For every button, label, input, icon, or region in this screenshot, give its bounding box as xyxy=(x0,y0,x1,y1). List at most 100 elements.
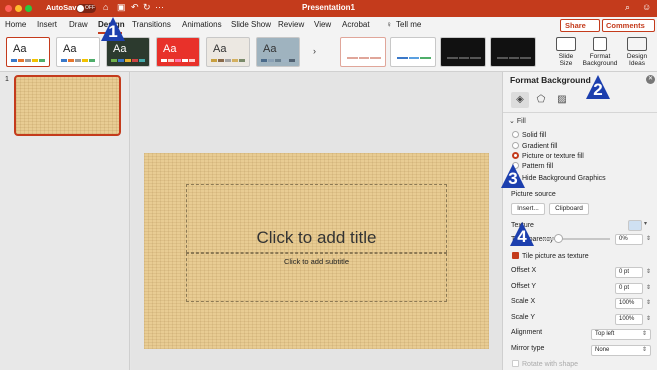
theme-5[interactable]: Aa xyxy=(206,37,250,67)
stepper-icon[interactable]: ⇕ xyxy=(646,284,651,293)
transparency-slider[interactable] xyxy=(542,238,610,240)
tab-animations[interactable]: Animations xyxy=(182,20,222,29)
mirror-type-label: Mirror type xyxy=(511,345,545,352)
solid-fill-label: Solid fill xyxy=(522,132,547,139)
theme-1[interactable]: Aa xyxy=(6,37,50,67)
scale-x-field[interactable]: 100% ⇕ xyxy=(615,298,651,309)
stepper-icon[interactable]: ⇕ xyxy=(646,268,651,277)
share-button[interactable]: Share xyxy=(560,19,600,32)
tab-tell-me[interactable]: Tell me xyxy=(396,20,421,29)
callout-number-4: 4 xyxy=(517,227,527,246)
scale-y-field[interactable]: 100% ⇕ xyxy=(615,314,651,325)
hide-graphics-option[interactable]: Hide Background Graphics xyxy=(512,174,606,182)
variant-bars xyxy=(447,57,482,59)
pane-divider xyxy=(503,112,657,113)
alignment-select[interactable]: Top left ⇕ xyxy=(591,329,651,340)
rotate-with-shape-option[interactable]: Rotate with shape xyxy=(512,360,578,368)
menu-tabs: Home Insert Draw Design Transitions Anim… xyxy=(0,17,657,34)
transparency-field[interactable]: 0% ⇕ xyxy=(615,234,651,245)
design-ideas-button[interactable]: Design Ideas xyxy=(622,35,652,67)
stepper-icon[interactable]: ⇕ xyxy=(646,235,651,244)
title-placeholder-text: Click to add title xyxy=(256,228,377,247)
theme-color-bars xyxy=(61,59,95,62)
offset-x-field[interactable]: 0 pt ⇕ xyxy=(615,267,651,278)
variant-bars xyxy=(347,57,382,59)
tab-view[interactable]: View xyxy=(314,20,331,29)
variant-bars xyxy=(397,57,432,59)
offset-x-label: Offset X xyxy=(511,267,537,274)
tab-review[interactable]: Review xyxy=(278,20,304,29)
slide-thumbnail-pane: 1 xyxy=(0,72,130,370)
tile-option[interactable]: Tile picture as texture xyxy=(512,252,589,260)
stepper-icon[interactable]: ⇕ xyxy=(646,299,651,308)
mirror-type-select[interactable]: None ⇕ xyxy=(591,345,651,356)
slide-size-button[interactable]: Slide Size xyxy=(552,35,580,67)
fill-header-label: Fill xyxy=(516,118,526,125)
texture-picker[interactable] xyxy=(628,220,642,231)
insert-button[interactable]: Insert... xyxy=(511,203,545,215)
theme-4[interactable]: Aa xyxy=(156,37,200,67)
picture-fill-option[interactable]: Picture or texture fill xyxy=(512,152,584,160)
tile-checkbox[interactable] xyxy=(512,252,519,259)
tell-me-icon[interactable]: ♀ xyxy=(386,20,392,29)
slide-number: 1 xyxy=(5,76,9,83)
clipboard-button[interactable]: Clipboard xyxy=(549,203,589,215)
theme-color-bars xyxy=(111,59,145,62)
theme-color-bars xyxy=(261,59,295,62)
stepper-icon[interactable]: ⇕ xyxy=(646,315,651,324)
gradient-fill-radio[interactable] xyxy=(512,142,519,149)
slide-thumbnail[interactable] xyxy=(14,75,121,136)
document-title: Presentation1 xyxy=(302,3,355,12)
format-background-icon xyxy=(593,37,607,51)
subtitle-placeholder-text: Click to add subtitle xyxy=(283,257,350,266)
gallery-next-icon[interactable]: › xyxy=(313,46,316,56)
solid-fill-option[interactable]: Solid fill xyxy=(512,131,546,139)
fill-section-header[interactable]: ⌄ Fill xyxy=(509,117,526,125)
search-icon[interactable]: ⌕ xyxy=(625,2,630,13)
scale-x-label: Scale X xyxy=(511,298,536,305)
callout-number-1: 1 xyxy=(108,22,118,41)
share-label: Share xyxy=(565,21,586,30)
scale-y-value: 100% xyxy=(619,316,635,322)
title-placeholder[interactable]: Click to add title xyxy=(186,184,447,253)
design-ideas-label: Design Ideas xyxy=(626,53,648,67)
account-icon[interactable]: ☺ xyxy=(642,2,651,12)
alignment-value: Top left xyxy=(595,331,615,337)
offset-y-field[interactable]: 0 pt ⇕ xyxy=(615,283,651,294)
offset-y-value: 0 pt xyxy=(619,285,630,291)
effects-tab-icon[interactable]: ⬠ xyxy=(532,92,550,108)
slide[interactable]: Click to add title Click to add subtitle xyxy=(144,153,489,349)
variant-4[interactable] xyxy=(490,37,536,67)
tab-insert[interactable]: Insert xyxy=(37,20,57,29)
variant-3[interactable] xyxy=(440,37,486,67)
tab-home[interactable]: Home xyxy=(5,20,26,29)
picture-tab-icon[interactable]: ▨ xyxy=(553,92,571,108)
title-bar: AutoSave OFF ⌂ ▣ ↶ ↻ ··· Presentation1 ⌕… xyxy=(0,0,657,17)
subtitle-placeholder[interactable]: Click to add subtitle xyxy=(186,253,447,302)
theme-label: Aa xyxy=(113,43,127,55)
tab-transitions[interactable]: Transitions xyxy=(132,20,171,29)
solid-fill-radio[interactable] xyxy=(512,131,519,138)
gradient-fill-option[interactable]: Gradient fill xyxy=(512,142,557,150)
close-pane-button[interactable]: ✕ xyxy=(646,75,655,84)
theme-label: Aa xyxy=(163,43,177,55)
rotate-with-shape-checkbox[interactable] xyxy=(512,360,519,367)
chevron-down-icon: ⇕ xyxy=(641,347,647,353)
scale-x-value: 100% xyxy=(619,300,635,306)
theme-label: Aa xyxy=(13,43,27,55)
tab-acrobat[interactable]: Acrobat xyxy=(342,20,370,29)
comments-button[interactable]: Comments xyxy=(602,19,655,32)
picture-source-label: Picture source xyxy=(511,191,556,198)
gradient-fill-label: Gradient fill xyxy=(522,143,558,150)
variant-1[interactable] xyxy=(340,37,386,67)
tab-slide-show[interactable]: Slide Show xyxy=(231,20,271,29)
tab-draw[interactable]: Draw xyxy=(69,20,88,29)
format-background-button[interactable]: Format Background xyxy=(581,35,619,67)
theme-2[interactable]: Aa xyxy=(56,37,100,67)
transparency-slider-handle[interactable] xyxy=(554,234,563,243)
variant-2[interactable] xyxy=(390,37,436,67)
picture-fill-radio[interactable] xyxy=(512,152,519,159)
fill-tab-icon[interactable]: ◈ xyxy=(511,92,529,108)
theme-6[interactable]: Aa xyxy=(256,37,300,67)
texture-dropdown-icon[interactable]: ▾ xyxy=(644,220,647,227)
